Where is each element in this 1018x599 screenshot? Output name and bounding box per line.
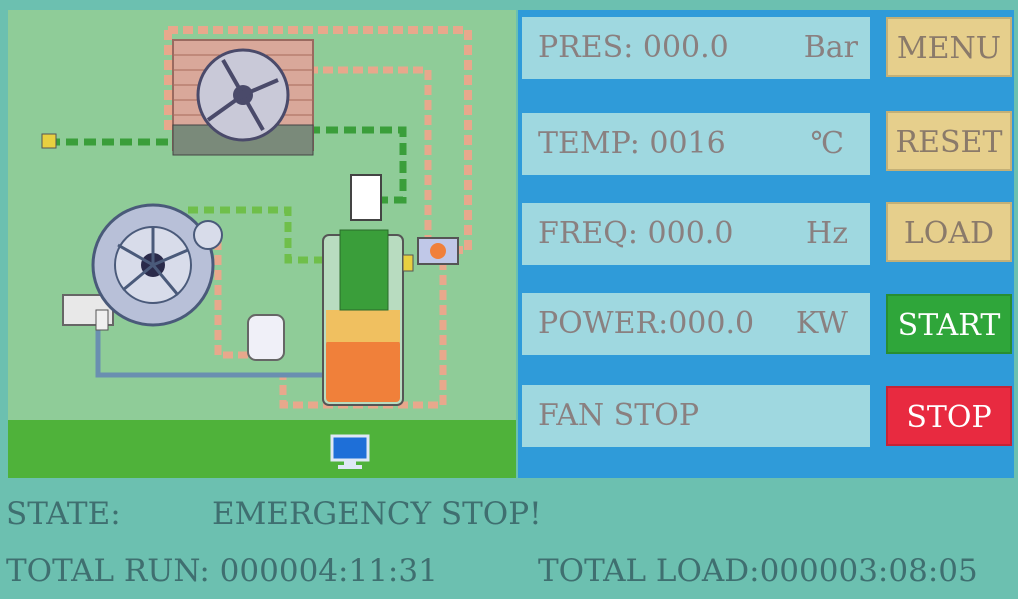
temperature-readout: TEMP: 0016 ℃ — [522, 113, 870, 175]
state-value: EMERGENCY STOP! — [212, 496, 542, 532]
valve-icon — [417, 237, 459, 265]
menu-button[interactable]: MENU — [886, 17, 1012, 77]
total-load-time: TOTAL LOAD:000003:08:05 — [538, 553, 978, 589]
temperature-value: TEMP: 0016 — [538, 126, 726, 161]
separator-tank-icon — [322, 174, 414, 406]
load-button[interactable]: LOAD — [886, 202, 1012, 262]
pressure-value: PRES: 000.0 — [538, 30, 729, 65]
fan-status-value: FAN STOP — [538, 398, 700, 433]
compressor-schematic — [41, 26, 472, 409]
frequency-value: FREQ: 000.0 — [538, 216, 734, 251]
compressor-diagram — [8, 10, 516, 420]
frequency-readout: FREQ: 000.0 Hz — [522, 203, 870, 265]
monitor-icon[interactable] — [330, 434, 370, 470]
diagram-status-strip — [8, 420, 516, 478]
power-value: POWER:000.0 — [538, 306, 755, 341]
fan-icon — [196, 48, 290, 142]
power-unit: KW — [795, 306, 848, 341]
temperature-unit: ℃ — [810, 126, 844, 161]
fan-status-readout: FAN STOP — [522, 385, 870, 447]
pipe-drain — [95, 330, 328, 378]
total-run-time: TOTAL RUN: 000004:11:31 — [6, 553, 438, 589]
frequency-unit: Hz — [806, 216, 848, 251]
start-button[interactable]: START — [886, 294, 1012, 354]
oil-filter-icon — [247, 314, 285, 361]
motor-icon — [62, 203, 223, 331]
pressure-readout: PRES: 000.0 Bar — [522, 17, 870, 79]
state-label: STATE: — [6, 496, 121, 532]
power-readout: POWER:000.0 KW — [522, 293, 870, 355]
pressure-unit: Bar — [803, 30, 858, 65]
reset-button[interactable]: RESET — [886, 111, 1012, 171]
inlet-valve-icon — [41, 133, 57, 149]
stop-button[interactable]: STOP — [886, 386, 1012, 446]
